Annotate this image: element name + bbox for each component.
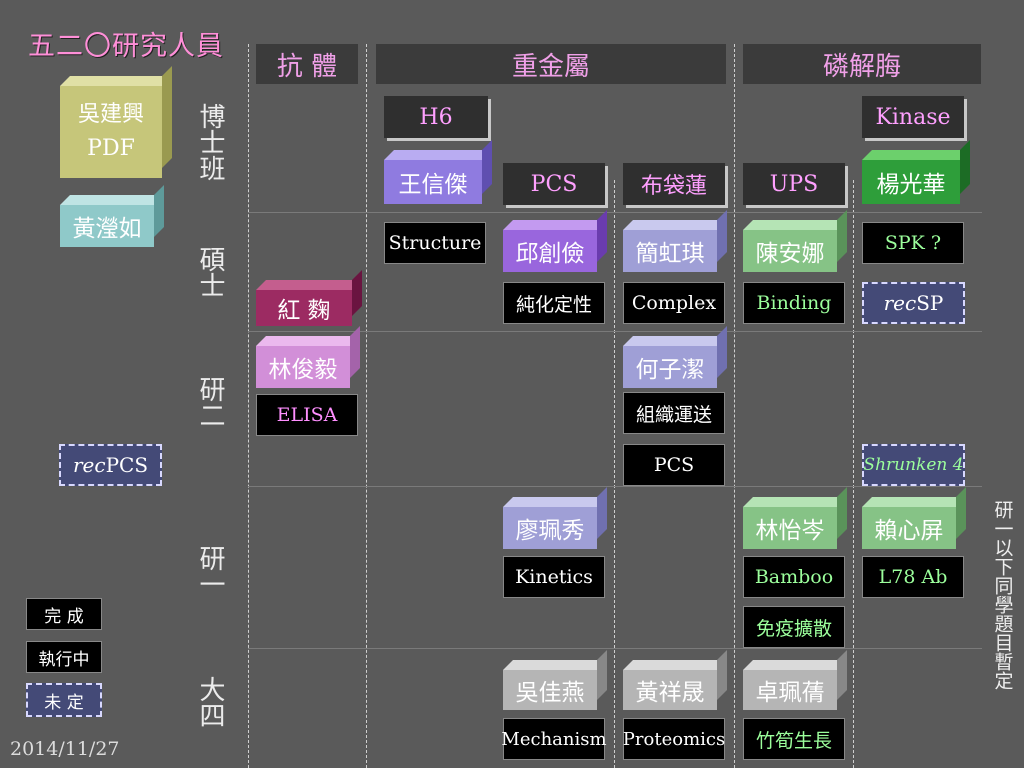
person-lai[interactable]: 賴心屏 — [862, 487, 966, 549]
header-heavy-metal: 重金屬 — [376, 44, 726, 84]
rec-pcs-topic[interactable]: rec PCS — [59, 444, 162, 486]
person-name: 王信傑 — [384, 160, 482, 204]
row-label-phd: 博士班 — [193, 103, 233, 181]
person-name: 邱創儉 — [503, 230, 597, 272]
topic-rec-sp[interactable]: rec SP — [862, 282, 965, 324]
topic-tissue-transport[interactable]: 組織運送 — [623, 392, 725, 434]
topic-hong[interactable]: 紅 麴 — [256, 270, 362, 326]
topic-complex[interactable]: Complex — [623, 282, 725, 324]
assistant-name: 黃瀅如 — [60, 205, 154, 247]
column-divider — [614, 180, 615, 768]
person-name: 林怡岑 — [743, 507, 837, 549]
date-label: 2014/11/27 — [10, 738, 120, 760]
person-name: 吳佳燕 — [503, 670, 597, 710]
column-divider — [734, 44, 735, 768]
row-label-text: 大四 — [195, 676, 225, 728]
advisor-title: PDF — [87, 136, 135, 161]
topic-mechanism[interactable]: Mechanism — [501, 718, 607, 760]
header-phosphatase: 磷解脢 — [743, 44, 981, 84]
topic-kinetics[interactable]: Kinetics — [503, 556, 605, 598]
header-antibody: 抗 體 — [256, 44, 358, 84]
row-label-text: 碩士 — [195, 246, 225, 298]
topic-pcs[interactable]: PCS — [503, 163, 605, 205]
row-label-text: 研一 — [195, 545, 225, 597]
topic-kinase[interactable]: Kinase — [862, 96, 964, 138]
side-note: 研一以下同學題目暫定 — [990, 500, 1014, 690]
topic-elisa[interactable]: ELISA — [256, 394, 358, 436]
person-name: 何子潔 — [623, 346, 717, 388]
person-name: 廖珮秀 — [503, 507, 597, 549]
person-liao[interactable]: 廖珮秀 — [503, 487, 607, 549]
topic-bamboo[interactable]: Bamboo — [743, 556, 845, 598]
person-name: 簡虹琪 — [623, 230, 717, 272]
row-divider — [248, 212, 982, 213]
topic-h6[interactable]: H6 — [384, 96, 488, 138]
person-linyi[interactable]: 林怡岑 — [743, 487, 847, 549]
legend-undecided: 未 定 — [26, 683, 102, 717]
person-name: 黃祥晟 — [623, 670, 717, 710]
topic-proteomics[interactable]: Proteomics — [623, 718, 725, 760]
rec-suffix: SP — [916, 291, 944, 315]
column-divider — [853, 180, 854, 768]
person-lin[interactable]: 林俊毅 — [256, 326, 360, 388]
row-label-master: 碩士 — [193, 246, 233, 298]
topic-pcs-y2[interactable]: PCS — [623, 444, 725, 486]
topic-label: 紅 麴 — [256, 290, 352, 326]
row-label-text: 博士班 — [195, 103, 225, 181]
person-name: 卓珮蒨 — [743, 670, 837, 710]
person-wang[interactable]: 王信傑 — [384, 140, 492, 204]
person-he[interactable]: 何子潔 — [623, 326, 727, 388]
row-label-senior: 大四 — [193, 676, 233, 728]
person-huang[interactable]: 黃祥晟 — [623, 650, 727, 710]
legend-done: 完 成 — [26, 598, 102, 630]
person-name: 賴心屏 — [862, 507, 956, 549]
person-qiu[interactable]: 邱創儉 — [503, 210, 607, 272]
row-divider — [248, 648, 982, 649]
side-note-text: 研一以下同學題目暫定 — [991, 500, 1014, 690]
topic-l78[interactable]: L78 Ab — [862, 556, 964, 598]
person-wu[interactable]: 吳佳燕 — [503, 650, 607, 710]
column-divider — [248, 44, 249, 768]
rec-prefix: rec — [883, 291, 917, 315]
row-divider — [248, 486, 982, 487]
page-title: 五二〇研究人員 — [28, 31, 224, 62]
column-divider — [366, 44, 367, 768]
row-label-text: 研二 — [195, 376, 225, 428]
rec-prefix: rec — [72, 453, 106, 477]
legend-in-progress: 執行中 — [26, 641, 102, 673]
topic-structure[interactable]: Structure — [384, 222, 486, 264]
advisor-card[interactable]: 吳建興 PDF — [60, 66, 172, 178]
topic-binding[interactable]: Binding — [743, 282, 845, 324]
topic-bamboo-growth[interactable]: 竹筍生長 — [743, 718, 845, 760]
topic-shrunken[interactable]: Shrunken 4 — [862, 444, 965, 486]
row-label-y2: 研二 — [193, 376, 233, 428]
topic-purification[interactable]: 純化定性 — [503, 282, 605, 324]
topic-bu[interactable]: 布袋蓮 — [623, 163, 725, 205]
assistant-card[interactable]: 黃瀅如 — [60, 185, 164, 247]
topic-ups[interactable]: UPS — [743, 163, 845, 205]
person-yang[interactable]: 楊光華 — [862, 140, 970, 204]
person-zhuo[interactable]: 卓珮蒨 — [743, 650, 847, 710]
advisor-name: 吳建興 — [77, 102, 144, 127]
person-name: 林俊毅 — [256, 346, 350, 388]
person-name: 陳安娜 — [743, 230, 837, 272]
rec-suffix: PCS — [105, 453, 149, 477]
topic-spk[interactable]: SPK ? — [862, 222, 964, 264]
person-chen[interactable]: 陳安娜 — [743, 210, 847, 272]
row-label-y1: 研一 — [193, 545, 233, 597]
person-jian[interactable]: 簡虹琪 — [623, 210, 727, 272]
person-name: 楊光華 — [862, 160, 960, 204]
topic-label: Shrunken 4 — [863, 455, 964, 475]
topic-immunodiffusion[interactable]: 免疫擴散 — [743, 606, 845, 648]
